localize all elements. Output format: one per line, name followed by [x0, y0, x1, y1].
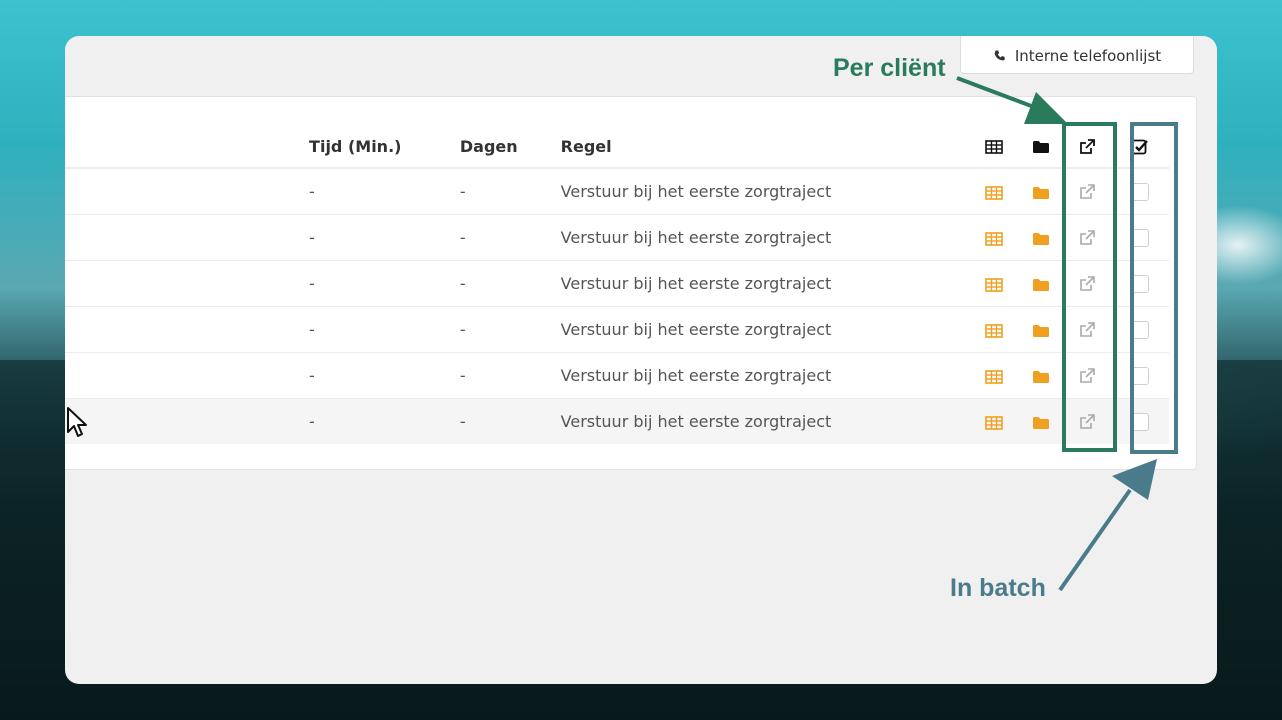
- in-batch-arrow: [1058, 488, 1132, 592]
- annotation-arrows: [956, 76, 1157, 592]
- in-batch-arrowhead: [1112, 459, 1157, 500]
- per-client-arrowhead: [1024, 92, 1068, 124]
- per-client-arrow: [956, 76, 1043, 112]
